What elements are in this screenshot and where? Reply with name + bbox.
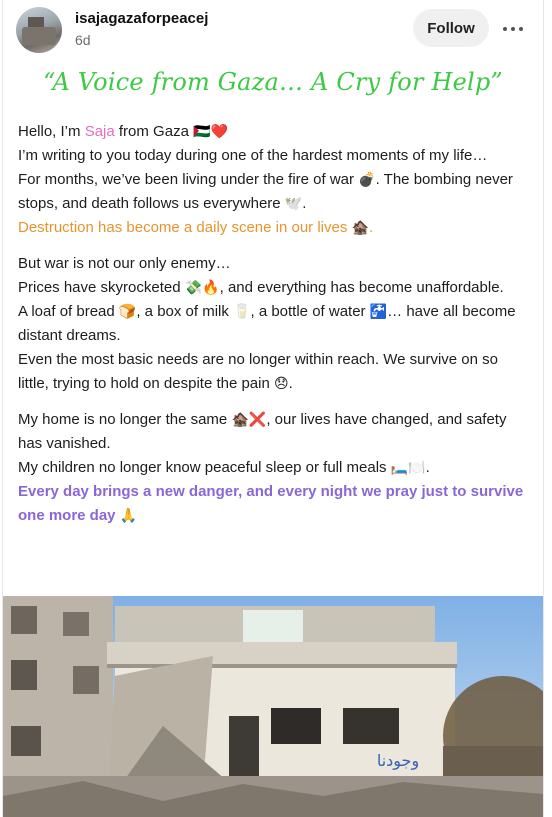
text-segment: A loaf of bread	[18, 303, 119, 320]
post-header: isajagazaforpeacej 6d Follow	[3, 0, 543, 60]
emoji-icon: 🙏	[119, 508, 138, 524]
more-options-icon[interactable]	[500, 16, 526, 42]
text-segment: Saja	[84, 123, 115, 140]
text-segment: My home is no longer the same	[18, 411, 232, 428]
text-segment: For months, we’ve been living under the …	[18, 171, 359, 188]
emoji-icon: 🚰	[369, 304, 388, 320]
text-segment: .	[302, 195, 307, 212]
post-line: Hello, I’m Saja from Gaza 🇵🇸❤️	[18, 123, 228, 140]
post-card: isajagazaforpeacej 6d Follow “A Voice fr…	[2, 0, 544, 817]
emoji-icon: 🇵🇸❤️	[193, 124, 228, 140]
post-photo[interactable]: وجودنا	[3, 596, 543, 817]
post-time[interactable]: 6d	[75, 32, 91, 48]
graffiti-text: وجودنا	[377, 751, 419, 771]
post-line: Even the most basic needs are no longer …	[18, 351, 498, 392]
username[interactable]: isajagazaforpeacej	[75, 10, 208, 27]
text-segment: , and everything has become unaffordable…	[219, 279, 504, 296]
emoji-icon: 💣	[358, 172, 376, 188]
emoji-icon: 🏚️❌	[231, 412, 267, 428]
post-line: A loaf of bread 🍞, a box of milk 🥛, a bo…	[18, 303, 516, 344]
follow-button[interactable]: Follow	[413, 9, 489, 47]
emoji-icon: 🕊️	[284, 196, 303, 212]
post-title: “A Voice from Gaza… A Cry for Help”	[43, 68, 503, 96]
post-line: My children no longer know peaceful slee…	[18, 459, 430, 476]
post-line: For months, we’ve been living under the …	[18, 171, 513, 212]
text-segment: Even the most basic needs are no longer …	[18, 351, 498, 392]
avatar[interactable]	[16, 7, 62, 53]
emoji-icon: 🥛	[233, 304, 251, 320]
post-line: Prices have skyrocketed 💸🔥, and everythi…	[18, 279, 504, 296]
post-line: I’m writing to you today during one of t…	[18, 147, 487, 164]
emoji-icon: 🏚️	[351, 220, 369, 236]
post-paragraph: My home is no longer the same 🏚️❌, our l…	[18, 408, 530, 528]
post-body: Hello, I’m Saja from Gaza 🇵🇸❤️ I’m writin…	[18, 120, 530, 540]
text-segment: Every day brings a new danger, and every…	[18, 483, 524, 524]
text-segment: Hello, I’m	[18, 123, 85, 140]
text-segment: .	[425, 459, 430, 476]
text-segment: , a box of milk	[136, 303, 234, 320]
text-segment: from Gaza	[114, 123, 194, 140]
text-segment: But war is not our only enemy…	[18, 255, 231, 272]
text-segment: Prices have skyrocketed	[18, 279, 185, 296]
emoji-icon: 💸🔥	[184, 280, 220, 296]
destroyed-house-photo: وجودنا	[3, 596, 543, 817]
text-segment: I’m writing to you today during one of t…	[18, 147, 488, 164]
text-segment: Destruction has become a daily scene in …	[18, 219, 352, 236]
post-line: Destruction has become a daily scene in …	[18, 219, 373, 236]
text-segment: , a bottle of water	[250, 303, 370, 320]
post-line: Every day brings a new danger, and every…	[18, 483, 523, 524]
emoji-icon: 🛏️🍽️	[390, 460, 426, 476]
post-line: But war is not our only enemy…	[18, 255, 231, 272]
post-paragraph: Hello, I’m Saja from Gaza 🇵🇸❤️ I’m writin…	[18, 120, 530, 240]
emoji-icon: 🍞	[118, 304, 137, 320]
text-segment: .	[288, 375, 293, 392]
text-segment: .	[368, 219, 374, 236]
emoji-icon: 😞	[274, 376, 289, 392]
text-segment: My children no longer know peaceful slee…	[18, 459, 391, 476]
post-line: My home is no longer the same 🏚️❌, our l…	[18, 411, 506, 452]
post-paragraph: But war is not our only enemy… Prices hav…	[18, 252, 530, 396]
